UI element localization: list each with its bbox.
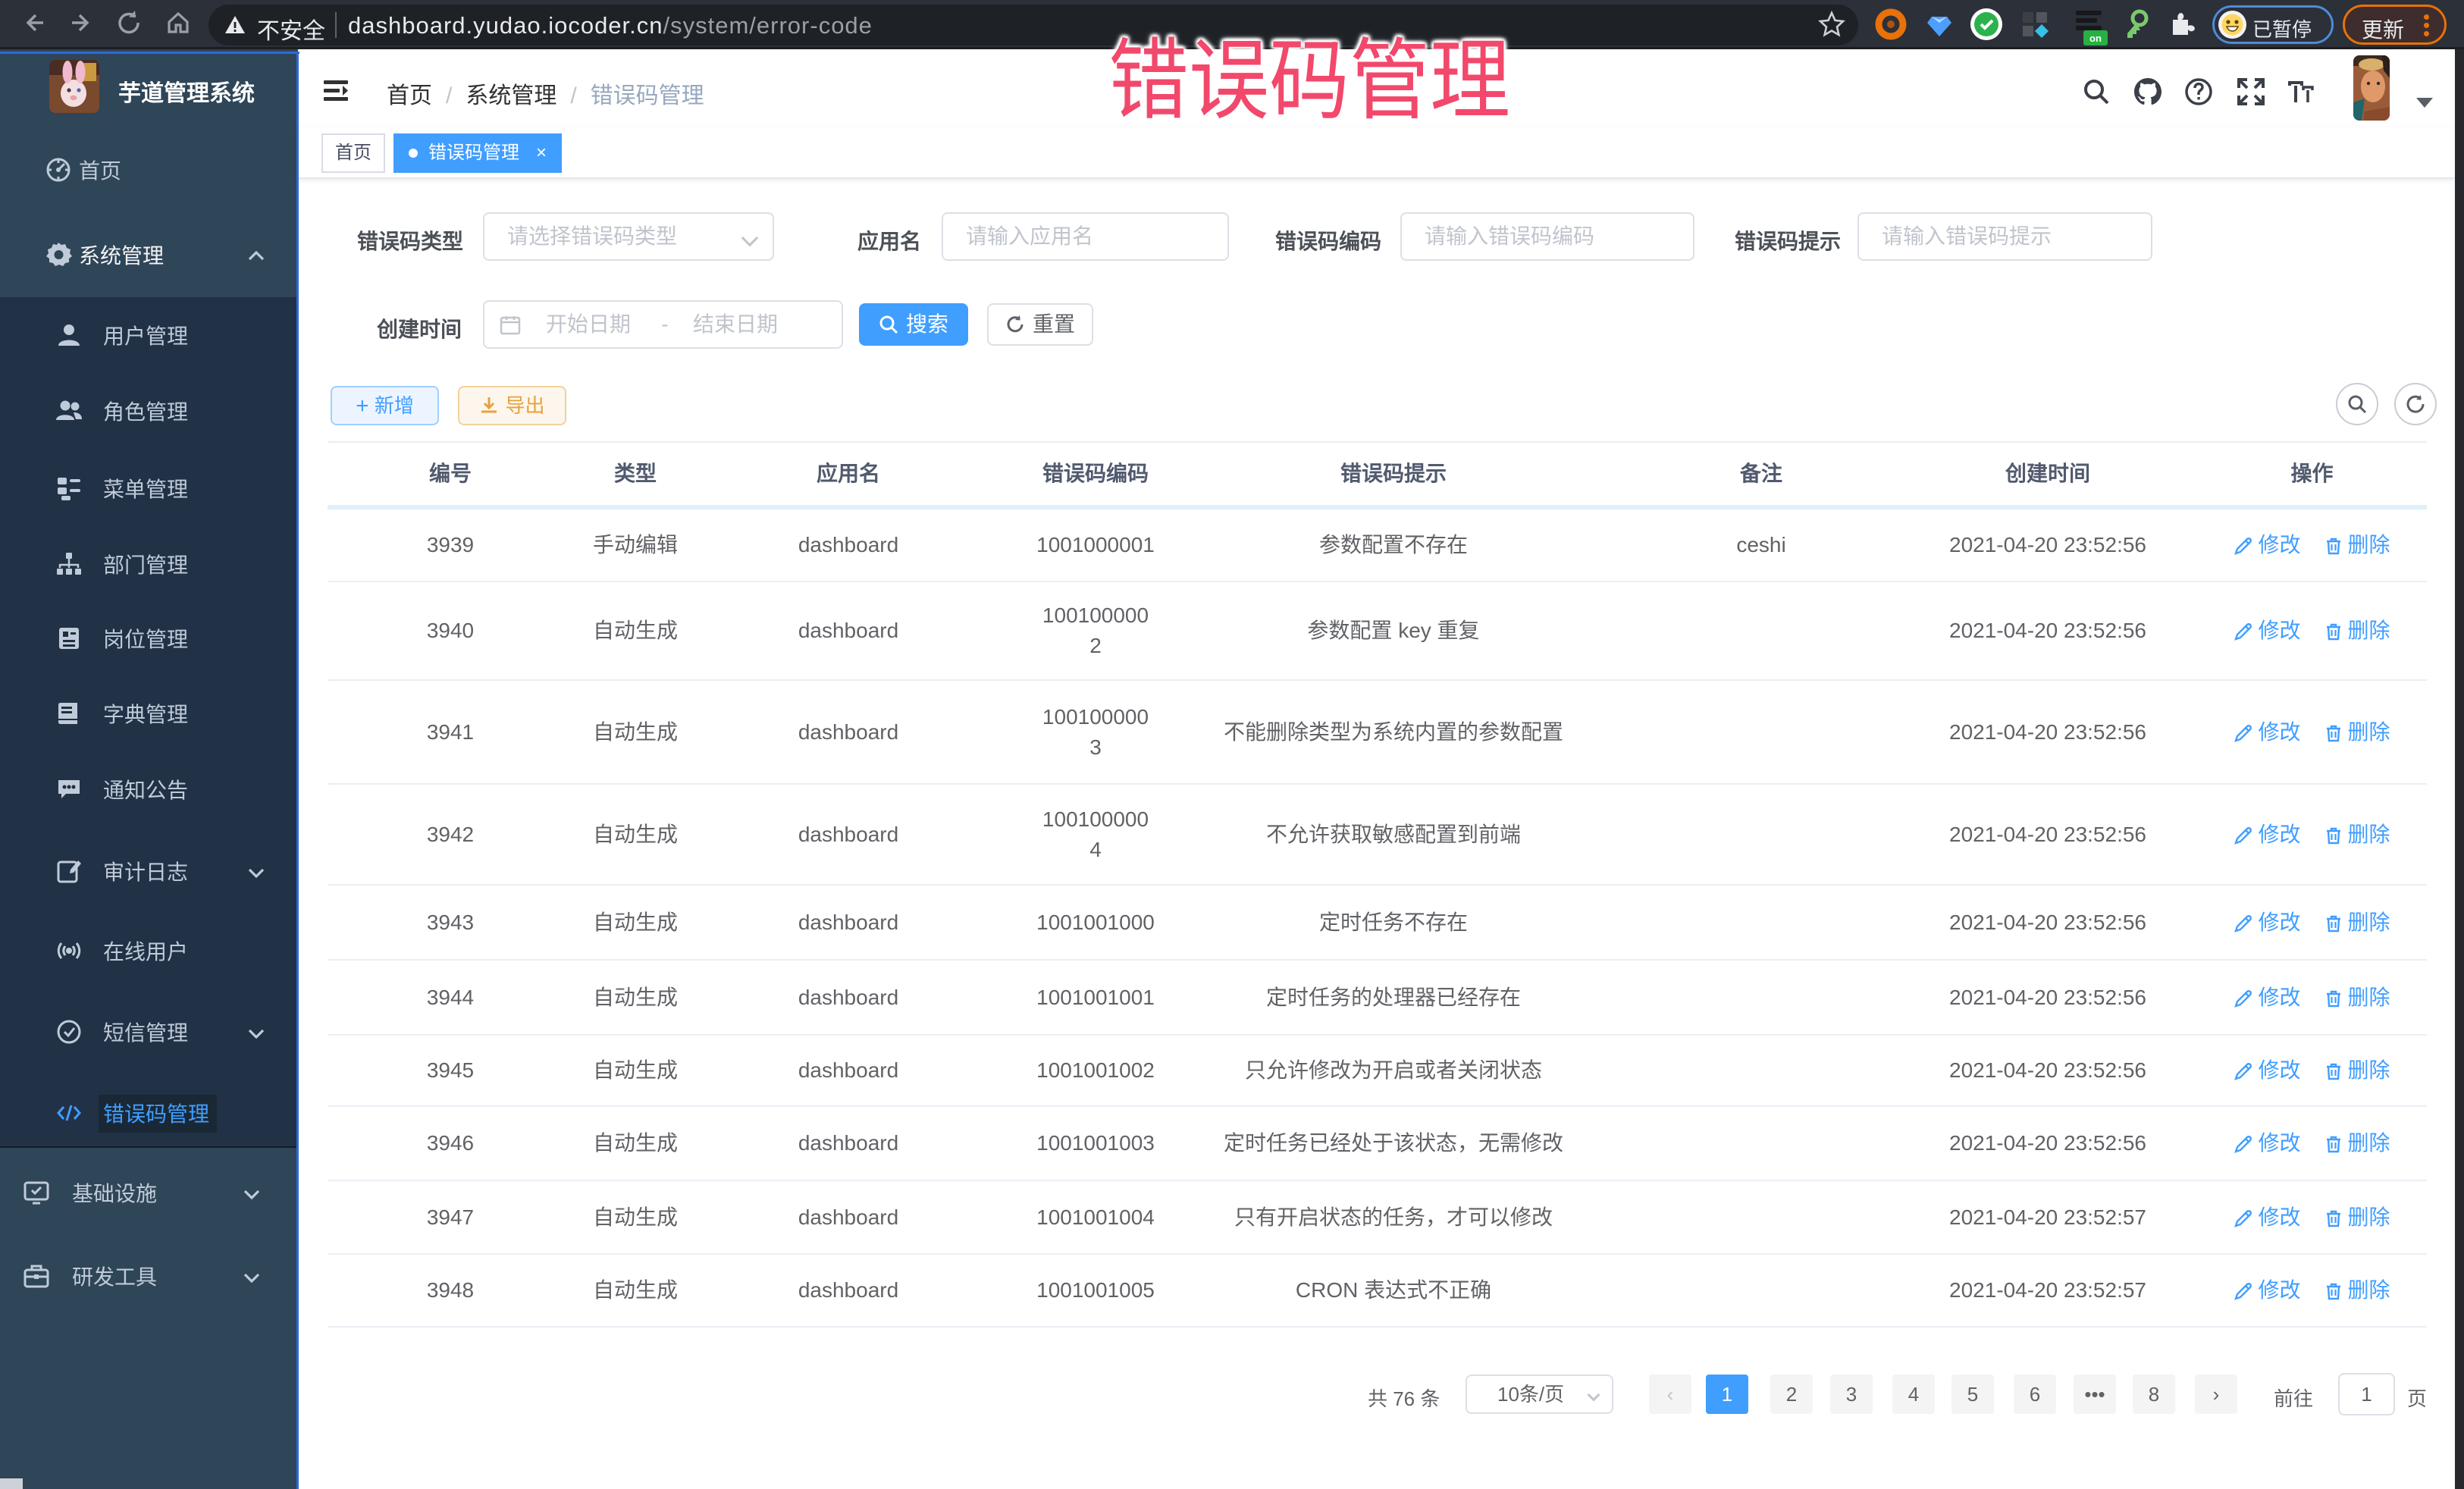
svg-text:on: on: [2089, 33, 2102, 44]
